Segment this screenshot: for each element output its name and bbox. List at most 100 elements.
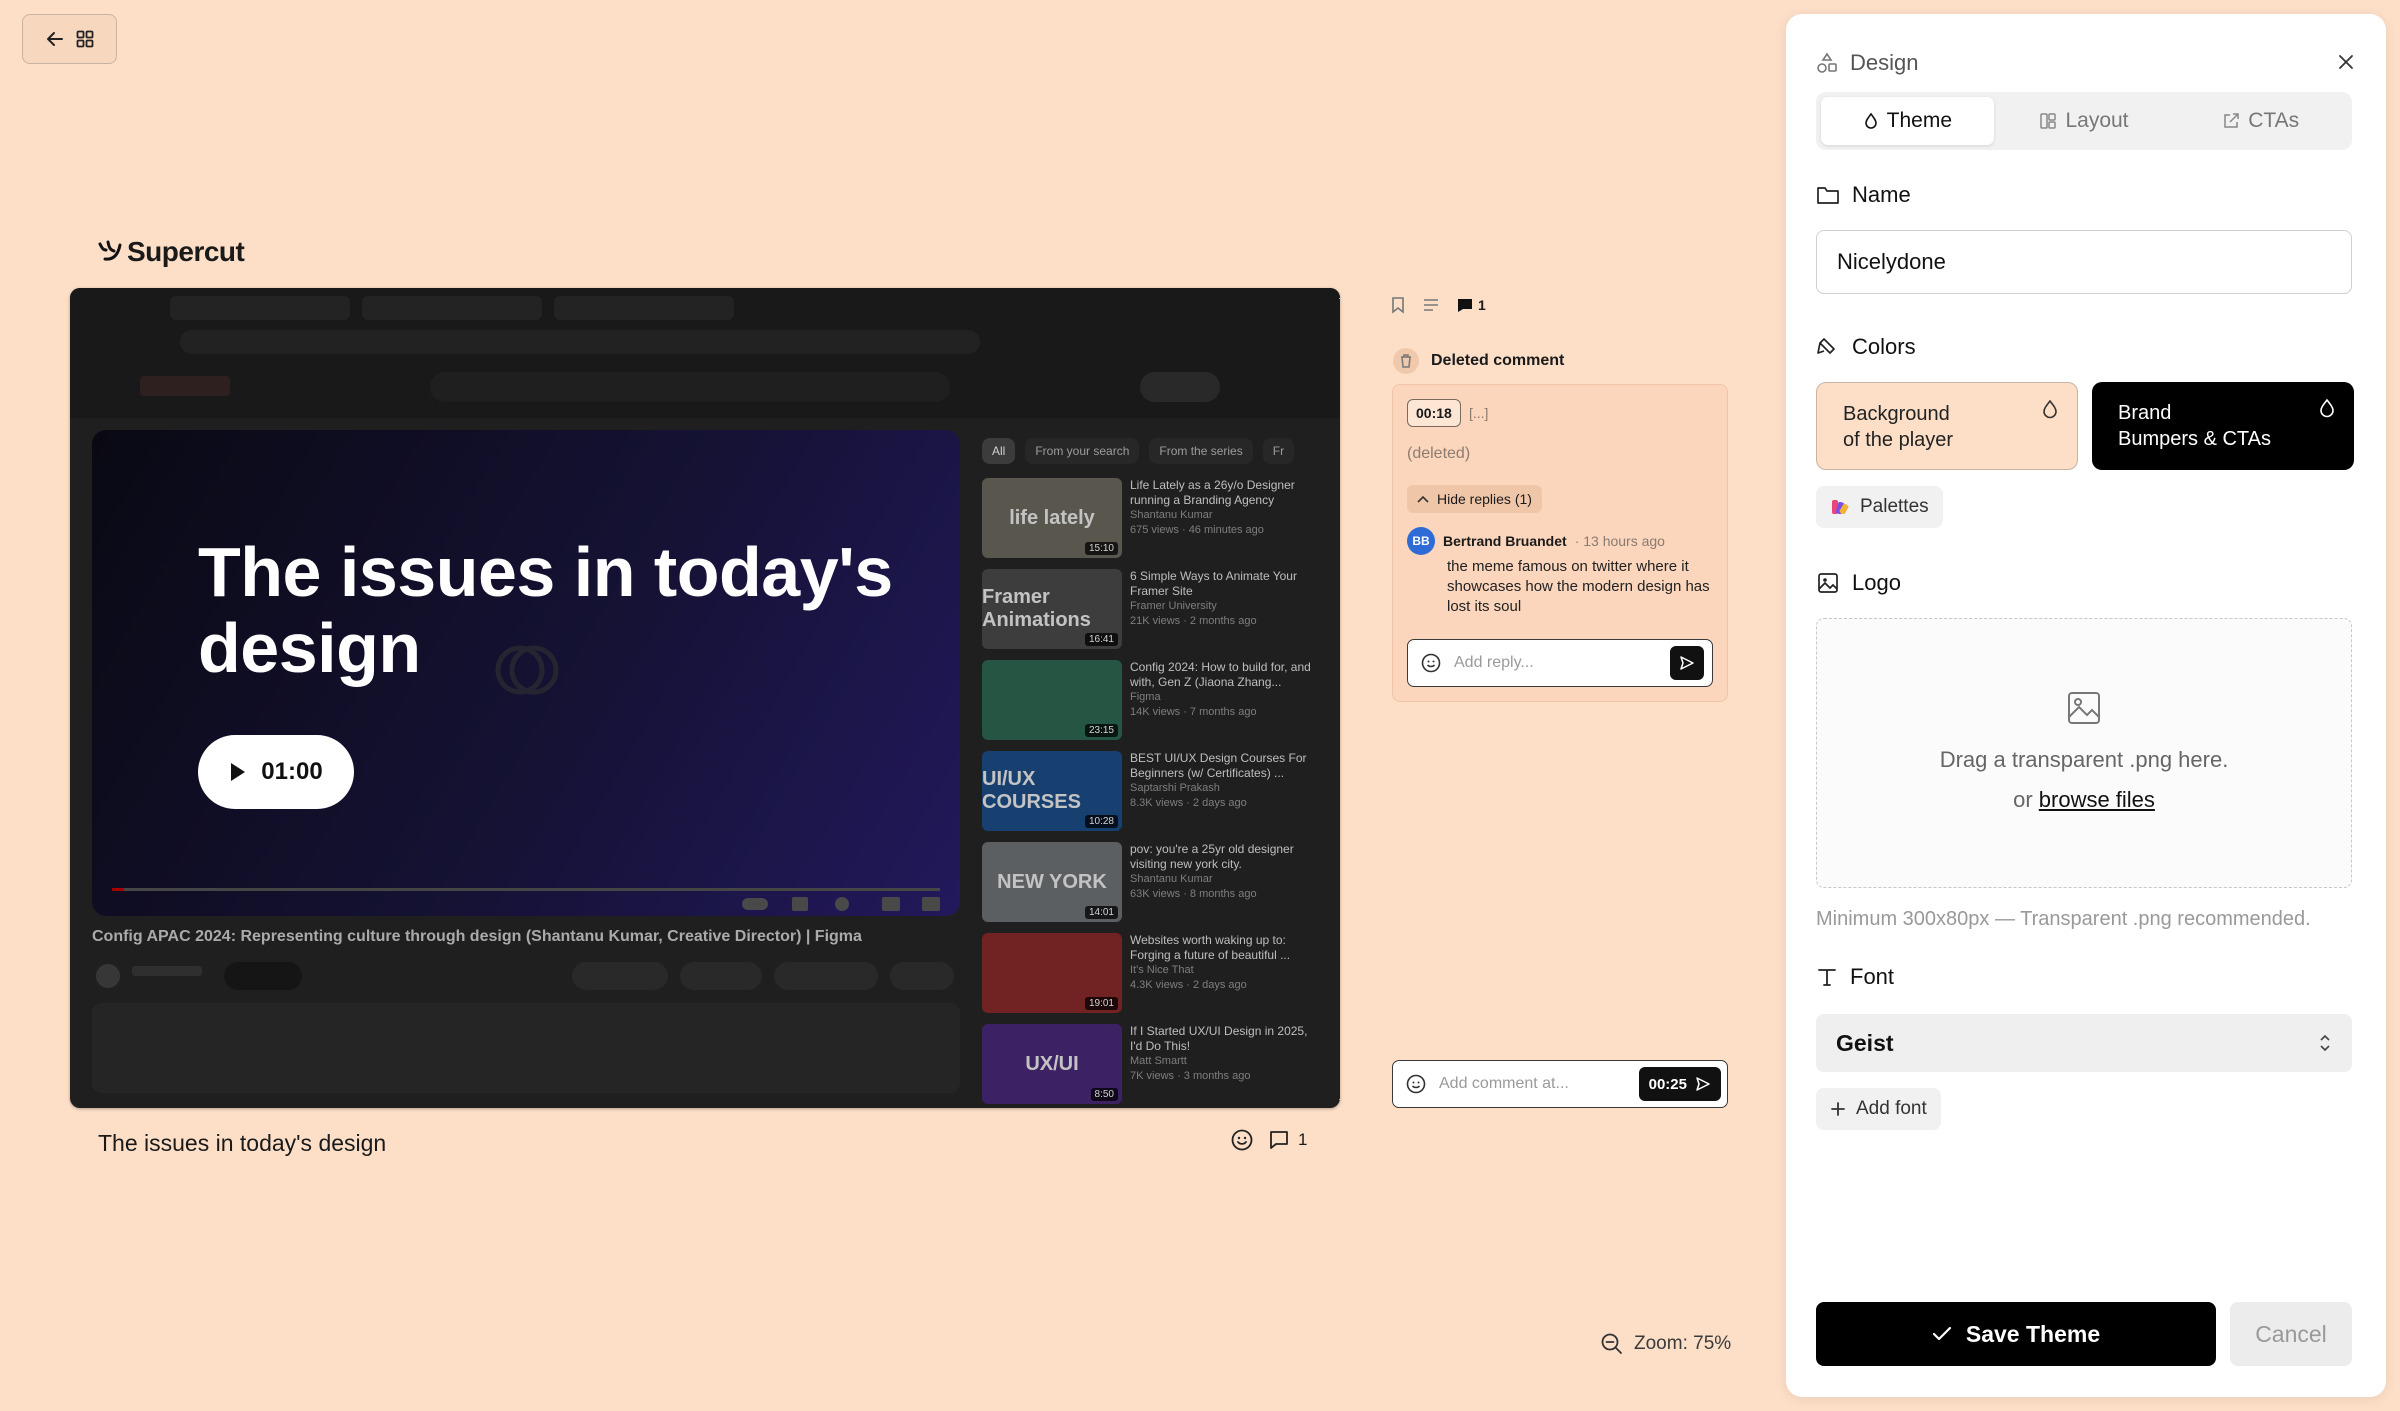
yt-related-item: 19:01 Websites worth waking up to: Forgin… <box>982 933 1322 1021</box>
comments-count-button[interactable]: 1 <box>1268 1129 1307 1151</box>
chip: Fr <box>1262 438 1295 464</box>
trash-icon <box>1393 348 1419 374</box>
post-comment-button[interactable]: 00:25 <box>1638 1067 1721 1101</box>
chevron-up-icon <box>1417 495 1429 503</box>
tab-layout-label: Layout <box>2065 109 2129 132</box>
font-value: Geist <box>1836 1029 1894 1056</box>
drop-or: or <box>2013 787 2033 812</box>
reply-text: the meme famous on twitter where it show… <box>1447 558 1710 615</box>
yt-item-meta: 63K views · 8 months ago <box>1130 888 1257 900</box>
brand-name: Supercut <box>127 236 245 267</box>
reply-input[interactable]: Add reply... <box>1407 639 1713 687</box>
emoji-react-button[interactable] <box>1230 1128 1254 1152</box>
back-to-grid-button[interactable] <box>22 14 117 64</box>
yt-thumbnail: life lately 15:10 <box>982 478 1122 558</box>
comment-timestamp[interactable]: 00:18 <box>1407 399 1461 427</box>
youtube-logo <box>140 376 230 396</box>
yt-thumb-text: life lately <box>1009 506 1095 529</box>
yt-item-meta: 14K views · 7 months ago <box>1130 706 1257 718</box>
send-icon <box>1680 656 1694 670</box>
theme-name-input[interactable]: Nicelydone <box>1816 230 2352 294</box>
arrow-left-icon <box>45 29 65 49</box>
player-controls <box>112 888 940 911</box>
add-comment-input[interactable]: Add comment at... 00:25 <box>1392 1060 1728 1108</box>
yt-related-item: UX/UI 8:50 If I Started UX/UI Design in 20… <box>982 1024 1322 1108</box>
font-label: Font <box>1850 964 1895 989</box>
tab-layout[interactable]: Layout <box>1998 97 2171 145</box>
yt-item-channel: Figma <box>1130 691 1161 703</box>
tab-theme[interactable]: Theme <box>1821 97 1994 145</box>
chevron-up-down-icon <box>2320 1034 2330 1052</box>
yt-item-meta: 675 views · 46 minutes ago <box>1130 524 1264 536</box>
url-bar <box>180 330 980 354</box>
tag-icon <box>1817 187 1839 204</box>
hide-replies-button[interactable]: Hide replies (1) <box>1407 485 1542 513</box>
background-color-swatch[interactable]: Background of the player <box>1816 382 2078 470</box>
zoom-control[interactable]: Zoom: 75% <box>1600 1332 1731 1356</box>
comment-filled-icon <box>1458 299 1472 312</box>
add-comment-placeholder: Add comment at... <box>1439 1075 1569 1092</box>
palettes-label: Palettes <box>1860 496 1929 517</box>
yt-item-title: 6 Simple Ways to Animate Your Framer Sit… <box>1130 569 1297 598</box>
shapes-icon <box>1816 52 1838 74</box>
yt-duration: 23:15 <box>1084 724 1118 737</box>
yt-related-item: NEW YORK 14:01 pov: you're a 25yr old desi… <box>982 842 1322 930</box>
save-theme-button[interactable]: Save Theme <box>1816 1302 2216 1366</box>
tab-ctas[interactable]: CTAs <box>2174 97 2347 145</box>
yt-action-bar <box>96 962 954 990</box>
image-placeholder-icon <box>2068 692 2100 724</box>
yt-item-channel: Matt Smartt <box>1130 1055 1187 1067</box>
yt-item-channel: It's Nice That <box>1130 964 1194 976</box>
yt-related-chips: All From your search From the series Fr <box>982 438 1312 464</box>
yt-video-title: Config APAC 2024: Representing culture t… <box>92 928 862 945</box>
logo-label: Logo <box>1852 570 1901 595</box>
yt-related-item: life lately 15:10 Life Lately as a 26y/o D… <box>982 478 1322 566</box>
send-reply-button[interactable] <box>1670 646 1704 680</box>
brand-color-swatch[interactable]: Brand Bumpers & CTAs <box>2092 382 2354 470</box>
timestamp-range: [...] <box>1469 405 1489 421</box>
avatar: BB <box>1407 527 1435 555</box>
yt-duration: 15:10 <box>1084 542 1118 555</box>
comments-tab[interactable]: 1 <box>1456 297 1486 313</box>
yt-item-channel: Shantanu Kumar <box>1130 873 1213 885</box>
yt-related-item: 23:15 Config 2024: How to build for, and … <box>982 660 1322 748</box>
yt-duration: 19:01 <box>1084 997 1118 1010</box>
browse-files-link[interactable]: browse files <box>2039 787 2155 812</box>
yt-thumb-text: UI/UX COURSES <box>982 768 1081 813</box>
tab-theme-label: Theme <box>1886 109 1953 132</box>
zoom-label: Zoom: 75% <box>1634 1333 1732 1354</box>
emoji-icon[interactable] <box>1420 652 1442 674</box>
comment-timestamp-value: 00:25 <box>1648 1075 1687 1093</box>
video-preview[interactable]: Config APAC 2024: Representing culture t… <box>70 288 1340 1108</box>
font-select[interactable]: Geist <box>1816 1014 2352 1072</box>
layout-icon <box>2040 113 2057 129</box>
yt-related-list: life lately 15:10 Life Lately as a 26y/o D… <box>982 478 1322 1108</box>
yt-related-item: UI/UX COURSES 10:28 BEST UI/UX Design Cour… <box>982 751 1322 839</box>
cancel-button[interactable]: Cancel <box>2230 1302 2352 1366</box>
palettes-icon <box>1832 500 1849 515</box>
plus-icon <box>1831 1102 1845 1116</box>
yt-thumbnail: 23:15 <box>982 660 1122 740</box>
chip: From the series <box>1149 438 1253 464</box>
chip: All <box>982 438 1016 464</box>
add-font-button[interactable]: Add font <box>1816 1088 1941 1130</box>
emoji-icon[interactable] <box>1405 1073 1427 1095</box>
close-panel-button[interactable] <box>2336 52 2356 72</box>
deleted-comment-heading: Deleted comment <box>1431 352 1565 369</box>
yt-related-item: Framer Animations 16:41 6 Simple Ways to A… <box>982 569 1322 657</box>
external-link-icon <box>2224 113 2239 128</box>
bookmark-icon[interactable] <box>1390 296 1406 314</box>
yt-thumb-text: NEW YORK <box>997 870 1107 893</box>
play-button[interactable]: 01:00 <box>198 735 354 809</box>
transcript-icon[interactable] <box>1422 297 1440 313</box>
zoom-out-icon <box>1601 1333 1622 1354</box>
brand-color-title: Brand <box>2118 402 2172 424</box>
supercut-logo: Supercut <box>97 236 245 268</box>
palettes-button[interactable]: Palettes <box>1816 486 1943 528</box>
add-font-label: Add font <box>1856 1098 1927 1119</box>
yt-thumbnail: NEW YORK 14:01 <box>982 842 1122 922</box>
yt-thumb-text: Framer Animations <box>982 586 1091 631</box>
logo-dropzone[interactable]: Drag a transparent .png here. or browse … <box>1816 618 2352 888</box>
palette-icon <box>1817 338 1835 354</box>
yt-item-title: Websites worth waking up to: Forging a f… <box>1130 933 1291 962</box>
